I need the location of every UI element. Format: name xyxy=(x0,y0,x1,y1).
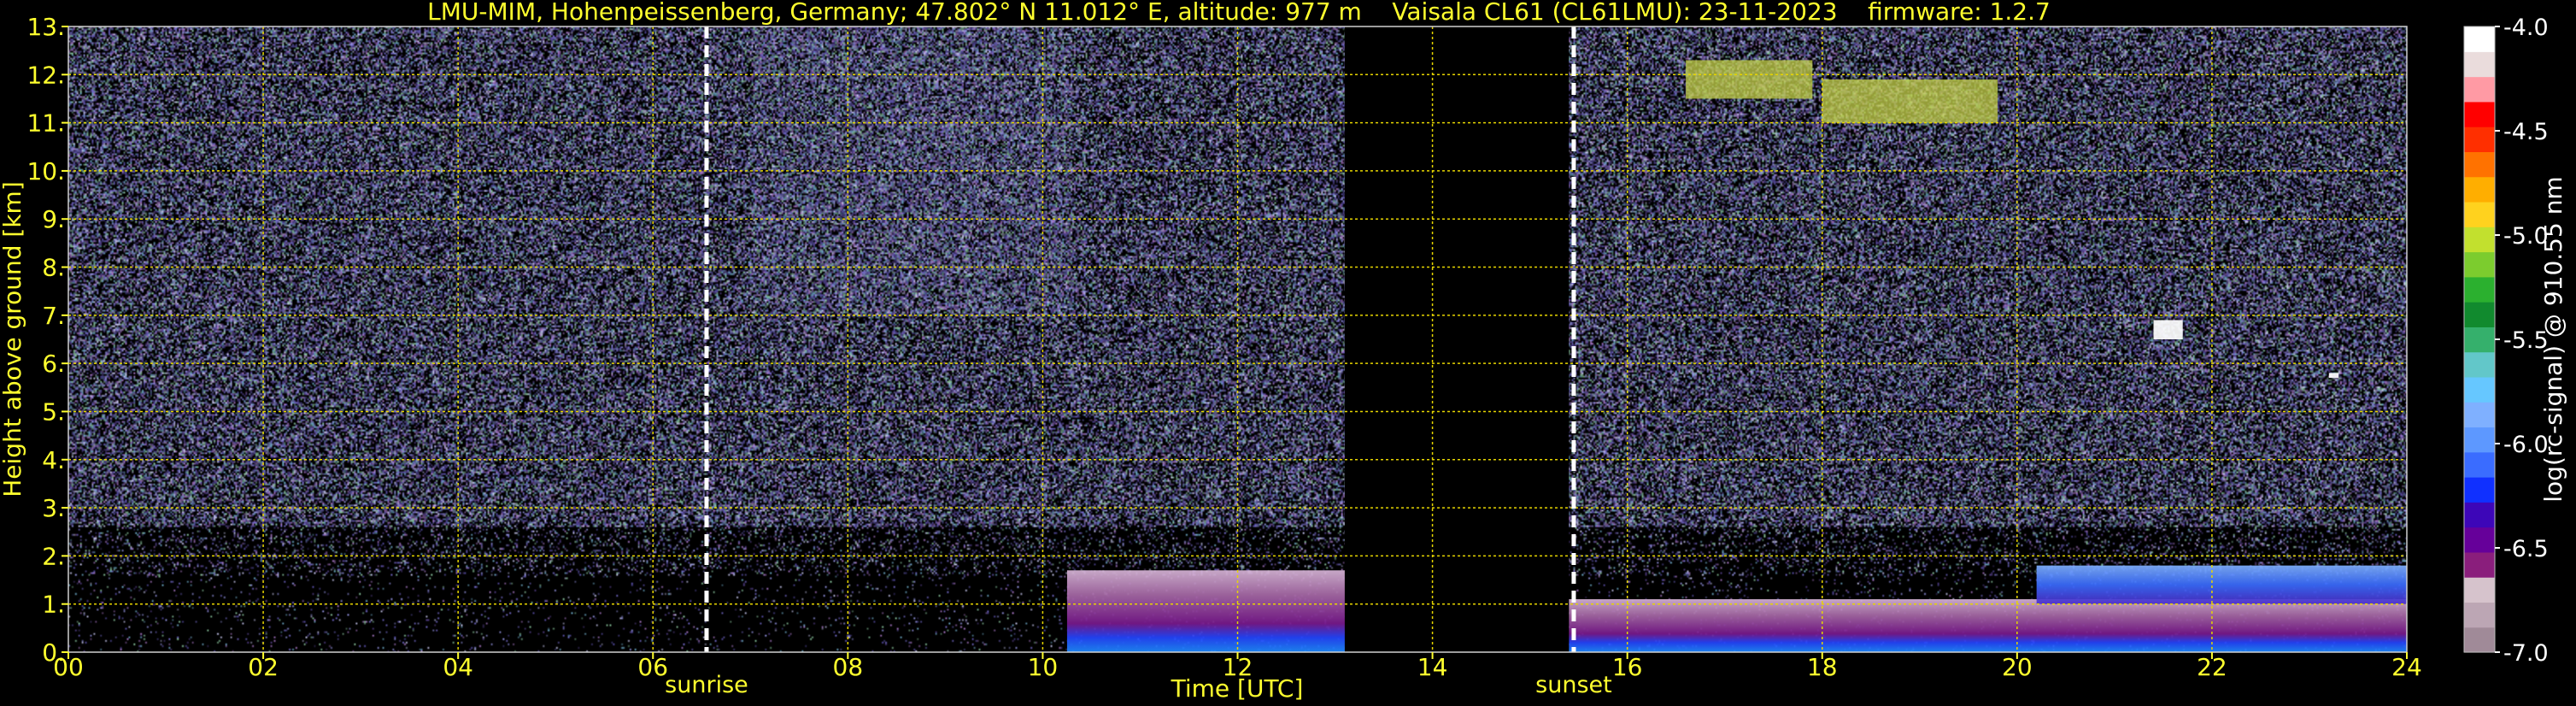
y-axis-label: Height above ground [km] xyxy=(0,181,26,497)
colorbar-tick-label: -7.0 xyxy=(2503,640,2549,667)
y-tick-label: 11. xyxy=(26,109,65,138)
colorbar-tick-label: -6.5 xyxy=(2503,536,2549,562)
x-tick-label: 06 xyxy=(637,653,668,681)
x-tick-label: 08 xyxy=(833,653,864,681)
colorbar-tick-label: -4.5 xyxy=(2503,119,2549,145)
colorbar-segment xyxy=(2464,126,2495,152)
y-tick-label: 9. xyxy=(42,205,65,233)
colorbar-tick-label: -4.0 xyxy=(2503,15,2549,41)
feature-cirrus-4 xyxy=(1822,79,1998,123)
x-tick-label: 16 xyxy=(1612,653,1643,681)
x-tick-label: 18 xyxy=(1807,653,1838,681)
sunset-label: sunset xyxy=(1535,672,1612,698)
y-tick-label: 7. xyxy=(42,302,65,330)
colorbar-segment xyxy=(2464,51,2495,78)
colorbar-segment xyxy=(2464,151,2495,178)
x-tick-label: 04 xyxy=(443,653,473,681)
data-gap xyxy=(1344,26,1570,652)
colorbar-segment xyxy=(2464,577,2495,603)
colorbar-segment xyxy=(2464,627,2495,653)
x-tick-label: 14 xyxy=(1417,653,1448,681)
colorbar-segment xyxy=(2464,101,2495,127)
colorbar-segment xyxy=(2464,351,2495,378)
feature-boundary-layer-aerosol-0 xyxy=(1066,570,1345,652)
y-tick-label: 12. xyxy=(26,61,65,89)
colorbar-segment xyxy=(2464,376,2495,403)
sunrise-label: sunrise xyxy=(665,672,748,698)
colorbar-segment xyxy=(2464,477,2495,503)
feature-boundary-layer-aerosol-1 xyxy=(1569,599,2407,652)
colorbar-segment xyxy=(2464,251,2495,278)
colorbar-label: log(rc-signal) @ 910.55 nm xyxy=(2539,176,2567,502)
y-tick-label: 8. xyxy=(42,254,65,282)
colorbar-segment xyxy=(2464,276,2495,303)
colorbar-segment xyxy=(2464,327,2495,353)
colorbar-segment xyxy=(2464,26,2495,52)
colorbar-segment xyxy=(2464,227,2495,253)
feature-cloud-6 xyxy=(2328,373,2339,379)
colorbar-segment xyxy=(2464,527,2495,553)
y-tick-label: 4. xyxy=(42,446,65,474)
chart-title: LMU-MIM, Hohenpeissenberg, Germany; 47.8… xyxy=(427,0,2051,26)
colorbar-segment xyxy=(2464,76,2495,103)
y-tick-label: 10. xyxy=(26,157,65,185)
colorbar-segment xyxy=(2464,602,2495,628)
ceilometer-figure: LMU-MIM, Hohenpeissenberg, Germany; 47.8… xyxy=(0,0,2576,706)
y-tick-label: 3. xyxy=(42,494,65,522)
y-tick-label: 5. xyxy=(42,397,65,426)
x-tick-label: 20 xyxy=(2002,653,2033,681)
y-tick-label: 0. xyxy=(42,638,65,667)
colorbar-segment xyxy=(2464,551,2495,578)
feature-cloud-5 xyxy=(2153,320,2183,339)
colorbar-segment xyxy=(2464,451,2495,478)
y-tick-label: 6. xyxy=(42,350,65,378)
colorbar-segment xyxy=(2464,176,2495,203)
colorbar-segment xyxy=(2464,427,2495,453)
plot-area: sunrise sunset00 02 04 06 08 10 12 14 16 18 20 22 240… xyxy=(26,13,2421,698)
x-axis-label: Time [UTC] xyxy=(1171,674,1304,703)
colorbar-segment xyxy=(2464,402,2495,428)
colorbar-segment xyxy=(2464,201,2495,227)
colorbar-segment xyxy=(2464,502,2495,528)
y-tick-label: 13. xyxy=(26,13,65,41)
x-tick-label: 24 xyxy=(2391,653,2422,681)
x-tick-label: 10 xyxy=(1028,653,1059,681)
x-tick-label: 02 xyxy=(248,653,279,681)
y-tick-label: 2. xyxy=(42,542,65,570)
y-tick-label: 1. xyxy=(42,591,65,619)
feature-elevated-aerosol-layer-2 xyxy=(2036,565,2407,604)
colorbar-segment xyxy=(2464,302,2495,327)
feature-cirrus-3 xyxy=(1686,60,1813,99)
x-tick-label: 22 xyxy=(2197,653,2227,681)
